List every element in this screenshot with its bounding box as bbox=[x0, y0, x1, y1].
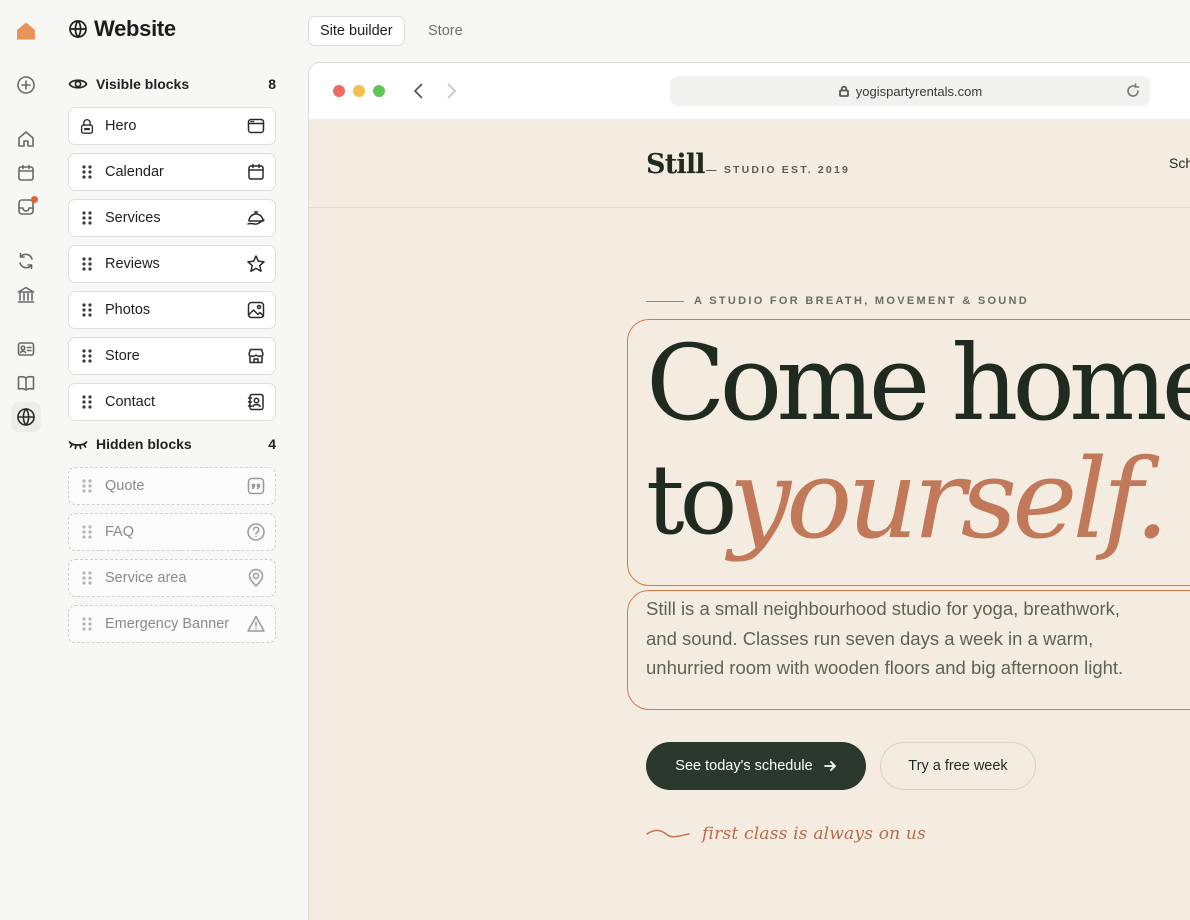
sidebar: Website Visible blocks 8 Hero Calendar S… bbox=[52, 0, 308, 920]
drag-handle-icon[interactable] bbox=[78, 347, 96, 365]
quote-icon bbox=[246, 476, 266, 496]
location-pin-icon bbox=[246, 568, 266, 588]
hero-script-note: first class is always on us bbox=[702, 824, 926, 844]
site-brand[interactable]: Still bbox=[646, 149, 706, 180]
block-label: Calendar bbox=[105, 164, 164, 180]
block-label: Services bbox=[105, 210, 161, 226]
calendar-icon bbox=[246, 162, 266, 182]
block-services[interactable]: Services bbox=[68, 199, 276, 237]
drag-handle-icon[interactable] bbox=[78, 615, 96, 633]
back-arrow-icon[interactable] bbox=[409, 81, 429, 101]
contact-book-icon bbox=[246, 392, 266, 412]
house-icon[interactable] bbox=[11, 124, 41, 154]
reload-icon[interactable] bbox=[1125, 83, 1141, 99]
contact-card-icon[interactable] bbox=[11, 334, 41, 364]
question-icon bbox=[246, 522, 266, 542]
add-icon[interactable] bbox=[11, 70, 41, 100]
free-week-button[interactable]: Try a free week bbox=[880, 742, 1036, 790]
icon-rail bbox=[0, 0, 52, 920]
sync-icon[interactable] bbox=[11, 246, 41, 276]
site-preview: Still — STUDIO EST. 2019 Sch A STUDIO FO… bbox=[309, 119, 1190, 920]
lock-icon bbox=[838, 85, 850, 97]
globe-icon[interactable] bbox=[11, 402, 41, 432]
hero-eyebrow: A STUDIO FOR BREATH, MOVEMENT & SOUND bbox=[694, 295, 1030, 307]
block-contact[interactable]: Contact bbox=[68, 383, 276, 421]
block-photos[interactable]: Photos bbox=[68, 291, 276, 329]
image-icon bbox=[246, 300, 266, 320]
sidebar-title: Website bbox=[68, 16, 176, 42]
block-faq[interactable]: FAQ bbox=[68, 513, 276, 551]
site-nav-item[interactable]: Sch bbox=[1169, 155, 1190, 171]
site-header: Still — STUDIO EST. 2019 Sch bbox=[309, 119, 1190, 208]
lock-icon bbox=[78, 117, 96, 135]
forward-arrow-icon[interactable] bbox=[441, 81, 461, 101]
eyebrow-rule bbox=[646, 301, 684, 302]
url-bar[interactable]: yogispartyrentals.com bbox=[670, 76, 1150, 106]
hero-headline-line2: to bbox=[646, 444, 737, 556]
drag-handle-icon[interactable] bbox=[78, 301, 96, 319]
squiggle-icon bbox=[646, 827, 690, 839]
hidden-blocks-count: 4 bbox=[268, 436, 276, 452]
block-quote[interactable]: Quote bbox=[68, 467, 276, 505]
block-store[interactable]: Store bbox=[68, 337, 276, 375]
block-label: Contact bbox=[105, 394, 155, 410]
hero-headline-accent: yourself. bbox=[729, 435, 1169, 563]
block-label: Photos bbox=[105, 302, 151, 318]
drag-handle-icon[interactable] bbox=[78, 209, 96, 227]
drag-handle-icon[interactable] bbox=[78, 393, 96, 411]
browser-preview: yogispartyrentals.com Still — STUDIO EST… bbox=[308, 62, 1190, 920]
inbox-icon[interactable] bbox=[11, 192, 41, 222]
warning-icon bbox=[246, 614, 266, 634]
hero-headline-line1: Come home bbox=[646, 322, 1190, 444]
arrow-right-icon bbox=[823, 761, 836, 771]
tab-store[interactable]: Store bbox=[417, 16, 474, 46]
service-bell-icon bbox=[246, 208, 266, 228]
drag-handle-icon[interactable] bbox=[78, 523, 96, 541]
block-label: Store bbox=[105, 348, 140, 364]
drag-handle-icon[interactable] bbox=[78, 163, 96, 181]
calendar-icon[interactable] bbox=[11, 158, 41, 188]
visible-blocks-count: 8 bbox=[268, 76, 276, 92]
storefront-icon bbox=[246, 346, 266, 366]
browser-chrome: yogispartyrentals.com bbox=[309, 63, 1190, 119]
star-icon bbox=[246, 254, 266, 274]
globe-icon bbox=[69, 20, 87, 39]
eye-closed-icon bbox=[68, 441, 88, 450]
block-label: FAQ bbox=[105, 524, 135, 540]
browser-window-icon bbox=[246, 116, 266, 136]
drag-handle-icon[interactable] bbox=[78, 569, 96, 587]
block-label: Emergency Banner bbox=[105, 616, 230, 632]
block-emergency-banner[interactable]: Emergency Banner bbox=[68, 605, 276, 643]
hidden-blocks-header: Hidden blocks 4 bbox=[68, 433, 276, 455]
tab-site-builder[interactable]: Site builder bbox=[308, 16, 405, 46]
block-service-area[interactable]: Service area bbox=[68, 559, 276, 597]
minimize-dot-icon bbox=[353, 85, 365, 97]
block-label: Quote bbox=[105, 478, 145, 494]
block-calendar[interactable]: Calendar bbox=[68, 153, 276, 191]
maximize-dot-icon bbox=[373, 85, 385, 97]
notification-badge bbox=[31, 196, 38, 203]
drag-handle-icon[interactable] bbox=[78, 255, 96, 273]
visible-blocks-header: Visible blocks 8 bbox=[68, 73, 276, 95]
home-logo-icon[interactable] bbox=[11, 16, 41, 46]
bank-icon[interactable] bbox=[11, 280, 41, 310]
block-label: Reviews bbox=[105, 256, 160, 272]
close-dot-icon bbox=[333, 85, 345, 97]
see-schedule-button[interactable]: See today's schedule bbox=[646, 742, 866, 790]
drag-handle-icon[interactable] bbox=[78, 477, 96, 495]
eye-icon bbox=[68, 79, 88, 89]
hero-paragraph: Still is a small neighbourhood studio fo… bbox=[646, 598, 1124, 678]
block-label: Hero bbox=[105, 118, 137, 134]
url-text: yogispartyrentals.com bbox=[855, 83, 983, 99]
block-reviews[interactable]: Reviews bbox=[68, 245, 276, 283]
block-hero[interactable]: Hero bbox=[68, 107, 276, 145]
site-brand-tagline: — STUDIO EST. 2019 bbox=[706, 164, 851, 176]
book-icon[interactable] bbox=[11, 368, 41, 398]
block-label: Service area bbox=[105, 570, 187, 586]
